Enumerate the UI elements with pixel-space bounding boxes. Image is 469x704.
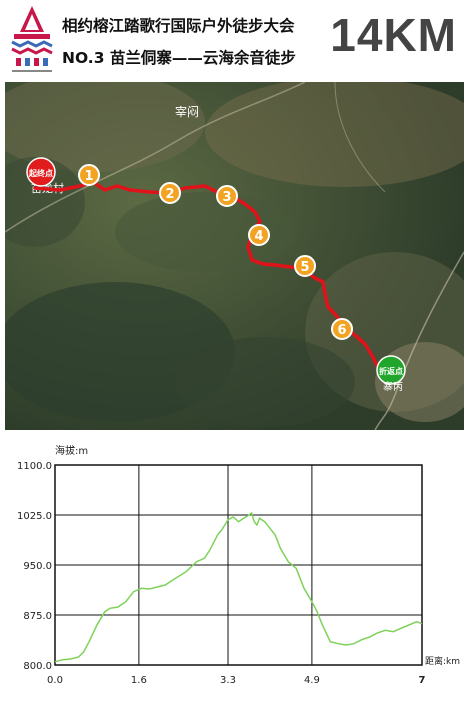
x-axis-label: 距离:km [425, 655, 460, 667]
event-title: 相约榕江踏歌行国际户外徒步大会 [62, 17, 295, 35]
checkpoint-3[interactable]: 3 [216, 185, 238, 207]
y-tick-label: 1025.0 [17, 511, 52, 522]
svg-text:1: 1 [84, 169, 93, 184]
elevation-profile-chart: 1100.0 1025.0 950.0 875.0 800.0 0.0 1.6 3.3 4.9 7… [0, 432, 469, 704]
svg-text:4: 4 [254, 229, 263, 244]
event-logo [11, 6, 53, 72]
turnaround-marker[interactable]: 折返点 [376, 355, 406, 385]
village-label-zaimen: 宰闷 [175, 104, 199, 119]
start-label: 起终点 [28, 168, 53, 178]
x-tick-label: 4.9 [304, 675, 320, 686]
checkpoint-6[interactable]: 6 [331, 318, 353, 340]
y-tick-label: 875.0 [23, 611, 52, 622]
route-distance: 14KM [330, 9, 457, 61]
start-marker[interactable]: 起终点 [26, 157, 56, 187]
x-tick-label: 1.6 [131, 675, 147, 686]
satellite-map: 宰闷 苗龙村 起终点 折返点 寨丙 1 2 3 4 5 6 [5, 82, 464, 430]
y-tick-label: 800.0 [23, 661, 52, 672]
checkpoint-4[interactable]: 4 [248, 224, 270, 246]
svg-text:3: 3 [222, 190, 231, 205]
y-axis-label: 海拔:m [55, 444, 88, 457]
y-tick-label: 950.0 [23, 561, 52, 572]
svg-text:5: 5 [300, 260, 309, 275]
route-title: NO.3 苗兰侗寨——云海余音徒步 [62, 49, 296, 67]
checkpoint-5[interactable]: 5 [294, 255, 316, 277]
x-tick-label: 3.3 [220, 675, 236, 686]
checkpoint-1[interactable]: 1 [78, 164, 100, 186]
header: 相约榕江踏歌行国际户外徒步大会 NO.3 苗兰侗寨——云海余音徒步 14KM [0, 0, 469, 82]
x-tick-label: 0.0 [47, 675, 63, 686]
turnaround-label: 折返点 [379, 366, 403, 376]
y-tick-label: 1100.0 [17, 461, 52, 472]
svg-text:2: 2 [165, 187, 174, 202]
svg-text:6: 6 [337, 323, 346, 338]
village-label-bing: 寨丙 [383, 380, 403, 393]
checkpoint-2[interactable]: 2 [159, 182, 181, 204]
route-map[interactable]: 宰闷 苗龙村 起终点 折返点 寨丙 1 2 3 4 5 6 [5, 82, 464, 430]
x-tick-label: 7 [419, 675, 426, 686]
